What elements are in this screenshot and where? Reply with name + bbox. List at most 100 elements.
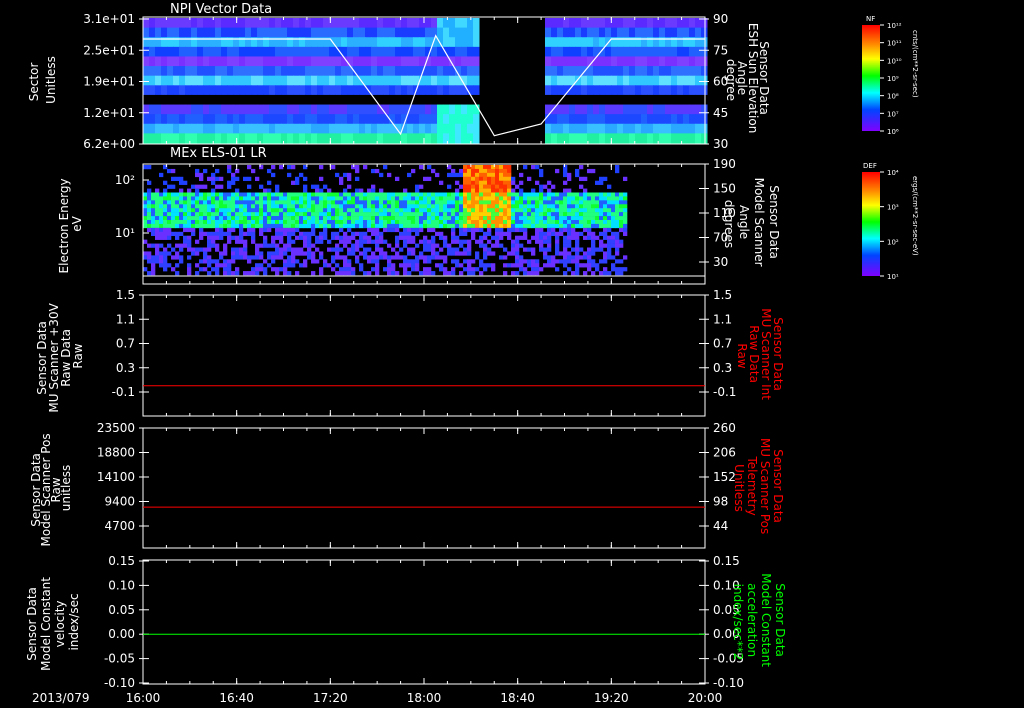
spectrogram-cell xyxy=(159,220,164,225)
spectrogram-cell xyxy=(415,263,420,268)
spectrogram-cell xyxy=(483,255,488,260)
heatmap-cell xyxy=(317,18,324,29)
spectrogram-cell xyxy=(359,208,364,213)
spectrogram-cell xyxy=(391,271,396,276)
spectrogram-cell xyxy=(371,220,376,225)
heatmap-cell xyxy=(353,123,360,134)
spectrogram-cell xyxy=(515,204,520,209)
spectrogram-cell xyxy=(227,208,232,213)
heatmap-cell xyxy=(473,75,480,86)
spectrogram-cell xyxy=(203,204,208,209)
heatmap-cell xyxy=(215,123,222,134)
heatmap-cell xyxy=(401,85,408,96)
spectrogram-cell xyxy=(487,168,492,174)
spectrogram-cell xyxy=(623,212,628,217)
spectrogram-cell xyxy=(475,196,480,201)
panel-1-title: NPI Vector Data xyxy=(170,2,272,17)
heatmap-cell xyxy=(179,66,186,77)
spectrogram-cell xyxy=(227,165,232,170)
heatmap-cell xyxy=(269,56,276,67)
spectrogram-cell xyxy=(547,208,552,213)
spectrogram-cell xyxy=(387,172,392,178)
svg-text:Electron Energy eV: Electron Energy eV xyxy=(57,175,84,274)
heatmap-cell xyxy=(185,56,192,67)
spectrogram-cell xyxy=(379,239,384,244)
heatmap-cell xyxy=(215,104,222,115)
spectrogram-cell xyxy=(591,251,596,256)
spectrogram-cell xyxy=(215,227,220,233)
spectrogram-cell xyxy=(623,176,628,182)
spectrogram-cell xyxy=(523,208,528,213)
panel-1-right-label-4: degree xyxy=(724,59,738,101)
spectrogram-cell xyxy=(467,200,472,205)
heatmap-cell xyxy=(569,104,576,115)
spectrogram-cell xyxy=(195,184,200,189)
spectrogram-cell xyxy=(371,168,376,174)
spectrogram-cell xyxy=(483,176,488,182)
spectrogram-cell xyxy=(555,223,560,229)
spectrogram-cell xyxy=(531,247,536,252)
heatmap-cell xyxy=(359,85,366,96)
spectrogram-cell xyxy=(615,216,620,221)
spectrogram-cell xyxy=(271,220,276,225)
spectrogram-cell xyxy=(499,220,504,225)
heatmap-cell xyxy=(197,94,204,106)
heatmap-cell xyxy=(593,104,600,115)
heatmap-cell xyxy=(407,133,414,144)
spectrogram-cell xyxy=(547,235,552,240)
heatmap-cell xyxy=(251,94,258,106)
heatmap-cell xyxy=(173,56,180,67)
spectrogram-cell xyxy=(379,192,384,197)
heatmap-cell xyxy=(395,75,402,86)
spectrogram-cell xyxy=(347,227,352,233)
spectrogram-cell xyxy=(447,172,452,178)
spectrogram-cell xyxy=(507,184,512,189)
heatmap-cell xyxy=(383,85,390,96)
heatmap-cell xyxy=(443,104,450,115)
heatmap-cell xyxy=(653,85,660,96)
spectrogram-cell xyxy=(463,231,468,237)
heatmap-cell xyxy=(161,114,168,125)
spectrogram-cell xyxy=(459,271,464,276)
spectrogram-cell xyxy=(211,172,216,178)
heatmap-cell xyxy=(221,75,228,86)
spectrogram-cell xyxy=(155,220,160,225)
spectrogram-cell xyxy=(543,208,548,213)
spectrogram-cell xyxy=(575,235,580,240)
spectrogram-cell xyxy=(291,208,296,213)
spectrogram-cell xyxy=(535,212,540,217)
spectrogram-cell xyxy=(479,271,484,276)
spectrogram-cell xyxy=(247,212,252,217)
spectrogram-cell xyxy=(399,223,404,229)
spectrogram-cell xyxy=(499,200,504,205)
spectrogram-cell xyxy=(331,255,336,260)
spectrogram-cell xyxy=(483,243,488,248)
spectrogram-cell xyxy=(475,216,480,221)
spectrogram-cell xyxy=(235,239,240,244)
heatmap-cell xyxy=(413,104,420,115)
spectrogram-cell xyxy=(535,235,540,240)
spectrogram-cell xyxy=(603,231,608,237)
spectrogram-cell xyxy=(315,247,320,252)
heatmap-cell xyxy=(467,37,474,48)
spectrogram-cell xyxy=(499,231,504,237)
spectrogram-cell xyxy=(503,192,508,197)
spectrogram-cell xyxy=(311,259,316,264)
heatmap-cell xyxy=(629,46,636,57)
heatmap-cell xyxy=(683,56,690,67)
spectrogram-cell xyxy=(195,223,200,229)
heatmap-cell xyxy=(677,18,684,29)
spectrogram-cell xyxy=(211,259,216,264)
spectrogram-cell xyxy=(499,227,504,233)
heatmap-cell xyxy=(401,133,408,144)
spectrogram-cell xyxy=(587,231,592,237)
spectrogram-cell xyxy=(595,212,600,217)
heatmap-cell xyxy=(317,104,324,115)
spectrogram-cell xyxy=(491,188,496,193)
spectrogram-cell xyxy=(215,216,220,221)
heatmap-cell xyxy=(629,94,636,106)
heatmap-cell xyxy=(581,123,588,134)
spectrogram-cell xyxy=(507,235,512,240)
spectrogram-cell xyxy=(483,168,488,174)
heatmap-cell xyxy=(695,75,702,86)
